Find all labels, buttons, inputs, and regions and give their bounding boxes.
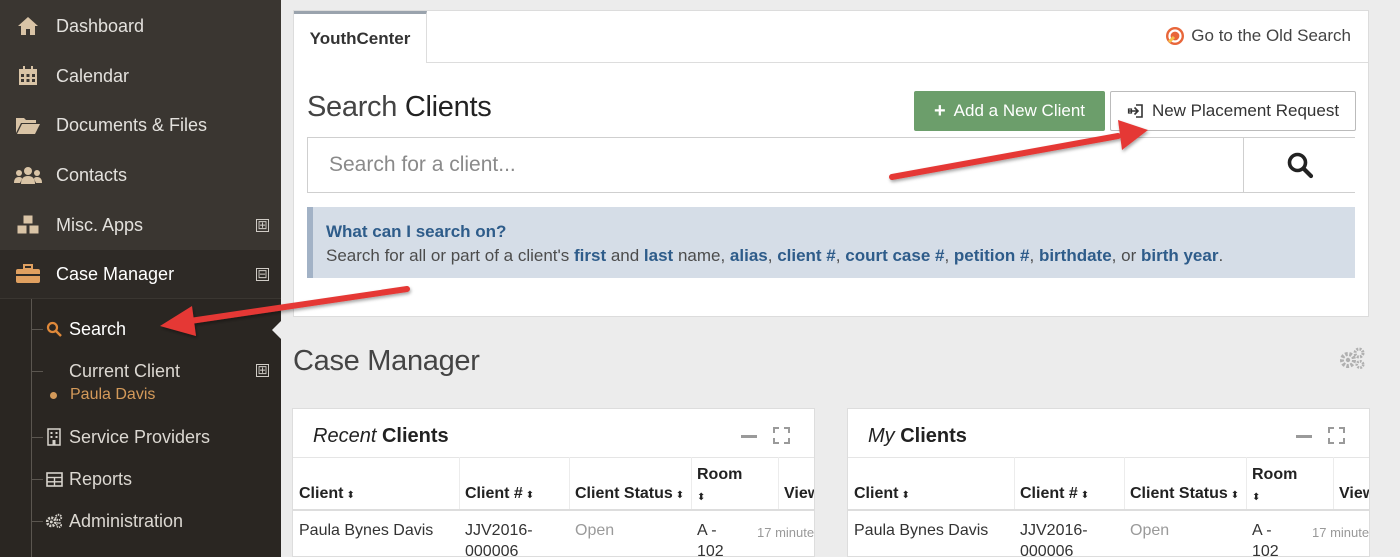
- table-icon: [45, 470, 63, 488]
- client-search-input[interactable]: [308, 138, 1243, 192]
- fullscreen-icon[interactable]: [773, 427, 790, 444]
- sort-icon: ⬍: [346, 490, 355, 501]
- help-text: Search for all or part of a client's fir…: [326, 246, 1224, 265]
- sidebar-item-label: Documents & Files: [56, 114, 208, 135]
- column-header-client-number[interactable]: Client # ⬍: [1020, 485, 1089, 503]
- sidebar-item-misc-apps[interactable]: Misc. Apps ⊞: [0, 201, 281, 249]
- sort-icon: ⬍: [901, 490, 910, 501]
- submenu-item-search[interactable]: Search: [31, 316, 126, 342]
- users-icon: [14, 163, 42, 187]
- submenu-item-label: Reports: [69, 468, 133, 489]
- expand-icon[interactable]: ⊞: [256, 218, 269, 232]
- old-search-icon: [1166, 27, 1185, 45]
- bullet-icon: [50, 391, 57, 399]
- sidebar-item-label: Case Manager: [56, 263, 175, 284]
- sort-icon: ⬍: [525, 490, 535, 501]
- cell-viewed: 17 minutes: [757, 525, 815, 540]
- cubes-icon: [14, 213, 42, 237]
- card-title: My Clients: [868, 425, 967, 447]
- search-icon: [1287, 152, 1313, 179]
- sidebar-item-label: Misc. Apps: [56, 214, 144, 235]
- sidebar-item-contacts[interactable]: Contacts: [0, 151, 281, 199]
- column-header-client-status[interactable]: Client Status ⬍: [575, 485, 684, 503]
- column-header-client-status[interactable]: Client Status ⬍: [1130, 485, 1239, 503]
- sidebar-item-label: Contacts: [56, 164, 128, 185]
- new-placement-request-button[interactable]: New Placement Request: [1110, 91, 1356, 131]
- submenu-item-reports[interactable]: Reports: [31, 466, 132, 492]
- sort-icon: ⬍: [1080, 490, 1090, 501]
- cell-viewed: 17 minutes: [1312, 525, 1370, 540]
- sidebar-item-label: Calendar: [56, 65, 130, 86]
- old-search-label: Go to the Old Search: [1191, 26, 1351, 45]
- column-header-room[interactable]: Room ⬍: [697, 464, 742, 508]
- column-header-client[interactable]: Client ⬍: [299, 485, 355, 503]
- home-icon: [14, 14, 42, 38]
- sidebar-item-dashboard[interactable]: Dashboard: [0, 2, 281, 50]
- my-clients-card: My Clients Client ⬍ Client # ⬍ Client Stat…: [847, 408, 1370, 557]
- search-help-callout: What can I search on? Search for all or …: [307, 207, 1355, 278]
- collapse-icon[interactable]: ⊟: [256, 267, 269, 281]
- search-panel: YouthCenter Go to the Old Search Search …: [293, 10, 1369, 317]
- column-header-view[interactable]: View: [784, 485, 814, 503]
- cell-status: Open: [1130, 522, 1170, 539]
- sidebar-item-label: Dashboard: [56, 15, 145, 36]
- sort-icon: ⬍: [675, 490, 685, 501]
- add-new-client-button[interactable]: + Add a New Client: [914, 91, 1105, 131]
- sidebar-item-calendar[interactable]: Calendar: [0, 52, 281, 100]
- page-title: Search Clients: [307, 91, 492, 123]
- cell-client-number: JJV2016- 000006: [1020, 522, 1088, 557]
- column-header-view[interactable]: View: [1339, 485, 1369, 503]
- sign-in-icon: [1127, 104, 1143, 118]
- sort-icon: ⬍: [697, 492, 706, 503]
- search-button[interactable]: [1243, 138, 1355, 192]
- briefcase-icon: [14, 262, 42, 286]
- submenu-item-current-client[interactable]: Current Client: [31, 358, 180, 384]
- fullscreen-icon[interactable]: [1328, 427, 1345, 444]
- submenu-item-label: Administration: [69, 510, 184, 531]
- calendar-icon: [14, 64, 42, 88]
- client-search-box: [307, 137, 1355, 193]
- submenu-item-label: Service Providers: [69, 426, 211, 447]
- recent-clients-card: Recent Clients Client ⬍ Client # ⬍ Client …: [292, 408, 815, 557]
- current-client-name[interactable]: Paula Davis: [50, 386, 155, 404]
- cell-client[interactable]: Paula Bynes Davis: [854, 520, 988, 541]
- active-indicator: [272, 320, 282, 340]
- cell-room: A -102: [1252, 522, 1279, 557]
- sidebar: Dashboard Calendar Documents & Files Con…: [0, 0, 282, 557]
- plus-icon: +: [933, 99, 946, 122]
- sort-icon: ⬍: [1252, 492, 1261, 503]
- expand-icon[interactable]: ⊞: [256, 364, 269, 377]
- submenu-item-administration[interactable]: Administration: [31, 508, 183, 534]
- cell-room: A -102: [697, 522, 724, 557]
- section-title: Case Manager: [293, 345, 480, 377]
- cell-status: Open: [575, 522, 615, 539]
- submenu-item-label: Search: [69, 318, 127, 339]
- old-search-link[interactable]: Go to the Old Search: [1165, 26, 1351, 46]
- building-icon: [45, 428, 63, 446]
- sidebar-item-documents[interactable]: Documents & Files: [0, 101, 281, 149]
- settings-gears-icon[interactable]: [1338, 346, 1366, 370]
- gears-icon: [45, 512, 63, 530]
- cell-client-number: JJV2016- 000006: [465, 522, 533, 557]
- search-icon: [45, 320, 63, 338]
- folder-icon: [14, 113, 42, 137]
- sort-icon: ⬍: [1230, 490, 1240, 501]
- minimize-icon[interactable]: [1296, 435, 1312, 438]
- minimize-icon[interactable]: [741, 435, 757, 438]
- column-header-client-number[interactable]: Client # ⬍: [465, 485, 534, 503]
- tab-youthcenter[interactable]: YouthCenter: [294, 11, 427, 63]
- cell-client[interactable]: Paula Bynes Davis: [299, 520, 433, 541]
- sidebar-item-case-manager[interactable]: Case Manager ⊟: [0, 250, 281, 298]
- column-header-client[interactable]: Client ⬍: [854, 485, 910, 503]
- submenu-item-label: Current Client: [69, 360, 181, 381]
- submenu-item-service-providers[interactable]: Service Providers: [31, 424, 210, 450]
- column-header-room[interactable]: Room ⬍: [1252, 464, 1297, 508]
- help-heading: What can I search on?: [326, 222, 507, 241]
- card-title: Recent Clients: [313, 425, 449, 447]
